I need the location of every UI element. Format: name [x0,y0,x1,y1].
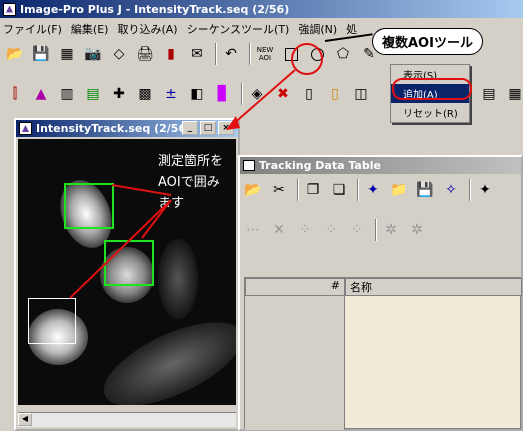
copy-icon[interactable]: ❐ [302,179,324,201]
track-extra-icon[interactable]: ✦ [474,179,496,201]
gear-tool-1-icon: ✲ [385,222,397,238]
arrow-line-to-window [231,69,296,126]
tracking-window-titlebar: Tracking Data Table [240,157,521,174]
tracking-window: Tracking Data Table 📂 ✂ ❐ ❏ ✦ 📁 💾 ✧ ✦ ⋯ … [238,155,523,431]
arrow-line-2 [141,199,172,239]
tracking-toolbar-2: ⋯ ✕ ⁘ ⁘ ⁘ ✲ ✲ [242,219,432,241]
tracking-toolbar-1: 📂 ✂ ❐ ❏ ✦ 📁 💾 ✧ ✦ [242,179,500,201]
dotted-tool-1-icon: ⁘ [299,222,311,238]
track-folder-icon[interactable]: 📁 [388,179,410,201]
point-tool-icon: ⋯ [246,222,260,238]
dotted-tool-3-icon: ⁘ [351,222,363,238]
tracking-window-title: Tracking Data Table [259,159,381,172]
column-header-name[interactable]: 名称 [345,278,522,296]
paste-icon[interactable]: ❏ [328,179,350,201]
arrow-line-3 [69,199,172,299]
tracking-grid[interactable]: # 名称 [244,277,522,430]
column-header-number[interactable]: # [245,278,345,296]
toolbar-separator [375,219,377,241]
track-auto-icon[interactable]: ✦ [362,179,384,201]
gear-tool-2-icon: ✲ [411,222,423,238]
dotted-tool-2-icon: ⁘ [325,222,337,238]
arrow-line-1 [111,184,172,196]
toolbar-separator [297,179,299,201]
delete-data-icon[interactable]: ✂ [268,179,290,201]
open-data-icon[interactable]: 📂 [242,179,264,201]
toolbar-separator [469,179,471,201]
row-header-area [245,296,345,430]
cross-tool-icon: ✕ [273,222,285,238]
track-step-icon[interactable]: ✧ [440,179,462,201]
arrow-head-window [226,116,240,130]
table-icon [243,160,255,171]
toolbar-separator [357,179,359,201]
track-save-icon[interactable]: 💾 [414,179,436,201]
